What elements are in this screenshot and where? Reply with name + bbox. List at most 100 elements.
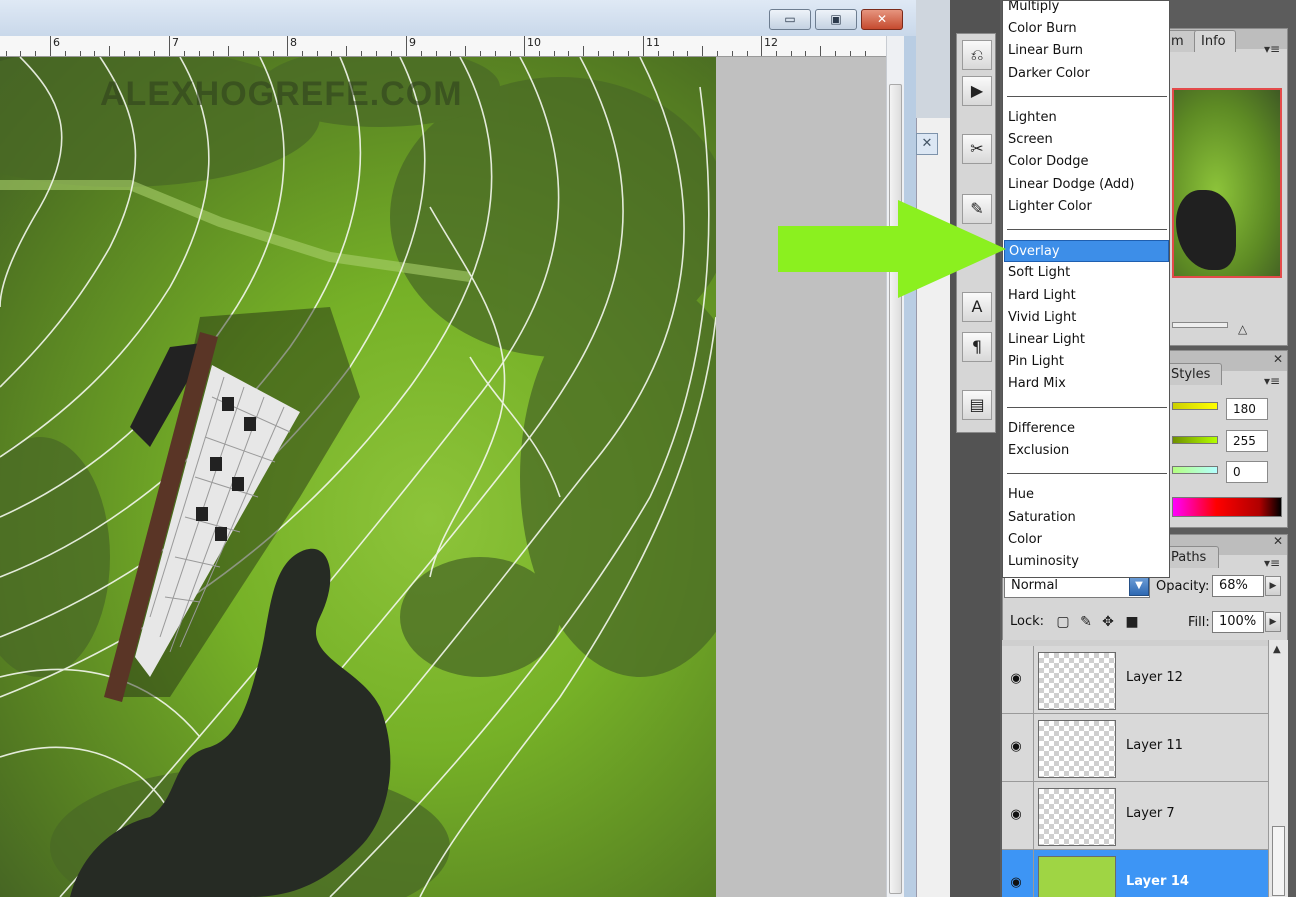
ruler-minor-tick bbox=[154, 51, 155, 56]
artwork: ALEXHOGREFE.COM bbox=[0, 57, 716, 897]
close-button[interactable]: ✕ bbox=[861, 9, 903, 30]
blend-mode-option[interactable]: Linear Light bbox=[1004, 329, 1169, 351]
ruler-minor-tick bbox=[613, 51, 614, 56]
blend-mode-option[interactable]: Color bbox=[1004, 529, 1169, 551]
opacity-field[interactable]: 68% bbox=[1212, 575, 1264, 597]
pasteboard bbox=[716, 57, 886, 897]
tab-paths[interactable]: Paths bbox=[1164, 546, 1219, 568]
blend-mode-option[interactable]: Hard Light bbox=[1004, 285, 1169, 307]
eye-icon[interactable]: ◉ bbox=[1004, 874, 1028, 892]
fill-stepper[interactable]: ▶ bbox=[1265, 612, 1281, 632]
layer-name[interactable]: Layer 11 bbox=[1126, 738, 1183, 753]
color-g-field[interactable]: 255 bbox=[1226, 430, 1268, 452]
ruler-major-tick bbox=[169, 36, 170, 56]
color-r-field[interactable]: 180 bbox=[1226, 398, 1268, 420]
color-slider-b[interactable] bbox=[1172, 466, 1218, 474]
color-slider-r[interactable] bbox=[1172, 402, 1218, 410]
blend-mode-option[interactable]: Saturation bbox=[1004, 507, 1169, 529]
layer-row[interactable]: ◉ Layer 14 bbox=[1002, 850, 1268, 897]
scroll-thumb[interactable] bbox=[1272, 826, 1285, 896]
blend-mode-option[interactable]: Lighten bbox=[1004, 107, 1169, 129]
panel-menu-icon[interactable]: ▾≡ bbox=[1264, 42, 1280, 56]
ruler-major-tick bbox=[643, 36, 644, 56]
blend-mode-option[interactable]: Color Dodge bbox=[1004, 151, 1169, 173]
zoom-in-icon[interactable]: △ bbox=[1238, 322, 1247, 336]
layer-row[interactable]: ◉ Layer 12 bbox=[1002, 646, 1268, 714]
layer-name[interactable]: Layer 7 bbox=[1126, 806, 1175, 821]
layer-thumbnail[interactable] bbox=[1038, 788, 1116, 846]
blend-mode-option[interactable]: Pin Light bbox=[1004, 351, 1169, 373]
tab-info[interactable]: Info bbox=[1194, 30, 1236, 52]
menu-separator bbox=[1007, 95, 1167, 97]
horizontal-ruler[interactable]: 6 7 8 9 10 11 12 bbox=[0, 36, 886, 57]
layer-name[interactable]: Layer 12 bbox=[1126, 670, 1183, 685]
panel-menu-icon[interactable]: ▾≡ bbox=[1264, 556, 1280, 570]
blend-mode-option[interactable]: Darker Color bbox=[1004, 63, 1169, 85]
ruler-minor-tick bbox=[258, 51, 259, 56]
ruler-minor-tick bbox=[628, 51, 629, 56]
maximize-button[interactable]: ▣ bbox=[815, 9, 857, 30]
layer-name[interactable]: Layer 14 bbox=[1126, 874, 1189, 889]
color-spectrum[interactable] bbox=[1172, 497, 1282, 517]
fill-field[interactable]: 100% bbox=[1212, 611, 1264, 633]
tool-presets-icon[interactable]: ✂ bbox=[962, 134, 992, 164]
blend-mode-option[interactable]: Luminosity bbox=[1004, 551, 1169, 573]
blend-mode-option[interactable]: Hue bbox=[1004, 484, 1169, 506]
ruler-major-tick bbox=[761, 36, 762, 56]
layer-row[interactable]: ◉ Layer 11 bbox=[1002, 714, 1268, 782]
blend-mode-option[interactable]: Hard Mix bbox=[1004, 373, 1169, 395]
blend-mode-option[interactable]: Linear Dodge (Add) bbox=[1004, 174, 1169, 196]
lock-all-icon[interactable]: ■ bbox=[1124, 614, 1140, 630]
ruler-minor-tick bbox=[658, 51, 659, 56]
minimize-button[interactable]: ▭ bbox=[769, 9, 811, 30]
color-slider-g[interactable] bbox=[1172, 436, 1218, 444]
blend-mode-option[interactable]: Screen bbox=[1004, 129, 1169, 151]
tab-styles[interactable]: Styles bbox=[1164, 363, 1222, 385]
opacity-stepper[interactable]: ▶ bbox=[1265, 576, 1281, 596]
chevron-down-icon[interactable]: ▼ bbox=[1129, 576, 1149, 596]
zoom-slider[interactable] bbox=[1172, 322, 1228, 328]
ruler-minor-tick bbox=[539, 51, 540, 56]
lock-transparent-icon[interactable]: ▢ bbox=[1055, 614, 1071, 630]
close-icon[interactable]: ✕ bbox=[1273, 534, 1283, 548]
layer-row[interactable]: ◉ Layer 7 bbox=[1002, 782, 1268, 850]
document-vertical-scrollbar[interactable] bbox=[886, 36, 904, 897]
close-icon[interactable]: ✕ bbox=[1273, 352, 1283, 366]
blend-mode-option[interactable]: Soft Light bbox=[1004, 262, 1169, 284]
blend-mode-option[interactable]: Linear Burn bbox=[1004, 40, 1169, 62]
ruler-minor-tick bbox=[450, 51, 451, 56]
lock-position-icon[interactable]: ✥ bbox=[1100, 614, 1116, 630]
blend-mode-option[interactable]: Multiply bbox=[1004, 1, 1169, 18]
layer-thumbnail[interactable] bbox=[1038, 856, 1116, 897]
document-window: ▭ ▣ ✕ 6 7 8 9 10 11 12 ALEXHOGREFE.COM bbox=[0, 0, 916, 897]
blend-mode-option[interactable]: Exclusion bbox=[1004, 440, 1169, 462]
ruler-minor-tick bbox=[302, 51, 303, 56]
ruler-minor-tick bbox=[421, 51, 422, 56]
eye-icon[interactable]: ◉ bbox=[1004, 670, 1028, 688]
lock-label: Lock: bbox=[1010, 614, 1045, 629]
layers-scrollbar[interactable]: ▲ bbox=[1268, 640, 1288, 897]
blend-mode-option[interactable]: Vivid Light bbox=[1004, 307, 1169, 329]
layer-comps-icon[interactable]: ▤ bbox=[962, 390, 992, 420]
paragraph-icon[interactable]: ¶ bbox=[962, 332, 992, 362]
blend-mode-option[interactable]: Overlay bbox=[1004, 240, 1169, 263]
lock-image-icon[interactable]: ✎ bbox=[1078, 614, 1094, 630]
eye-icon[interactable]: ◉ bbox=[1004, 738, 1028, 756]
fill-label: Fill: bbox=[1188, 615, 1210, 630]
eye-icon[interactable]: ◉ bbox=[1004, 806, 1028, 824]
color-b-field[interactable]: 0 bbox=[1226, 461, 1268, 483]
panel-menu-icon[interactable]: ▾≡ bbox=[1264, 374, 1280, 388]
history-icon[interactable]: ⎌ bbox=[962, 40, 992, 70]
layer-thumbnail[interactable] bbox=[1038, 652, 1116, 710]
blend-mode-option[interactable]: Lighter Color bbox=[1004, 196, 1169, 218]
blend-mode-option[interactable]: Difference bbox=[1004, 418, 1169, 440]
menu-separator bbox=[1007, 473, 1167, 475]
document-canvas[interactable]: ALEXHOGREFE.COM bbox=[0, 57, 716, 897]
blend-mode-option[interactable]: Color Burn bbox=[1004, 18, 1169, 40]
ruler-minor-tick bbox=[436, 51, 437, 56]
scroll-up-icon[interactable]: ▲ bbox=[1273, 644, 1281, 655]
background-close-icon[interactable]: ✕ bbox=[916, 133, 938, 155]
layer-thumbnail[interactable] bbox=[1038, 720, 1116, 778]
actions-icon[interactable]: ▶ bbox=[962, 76, 992, 106]
ruler-minor-tick bbox=[820, 46, 821, 56]
